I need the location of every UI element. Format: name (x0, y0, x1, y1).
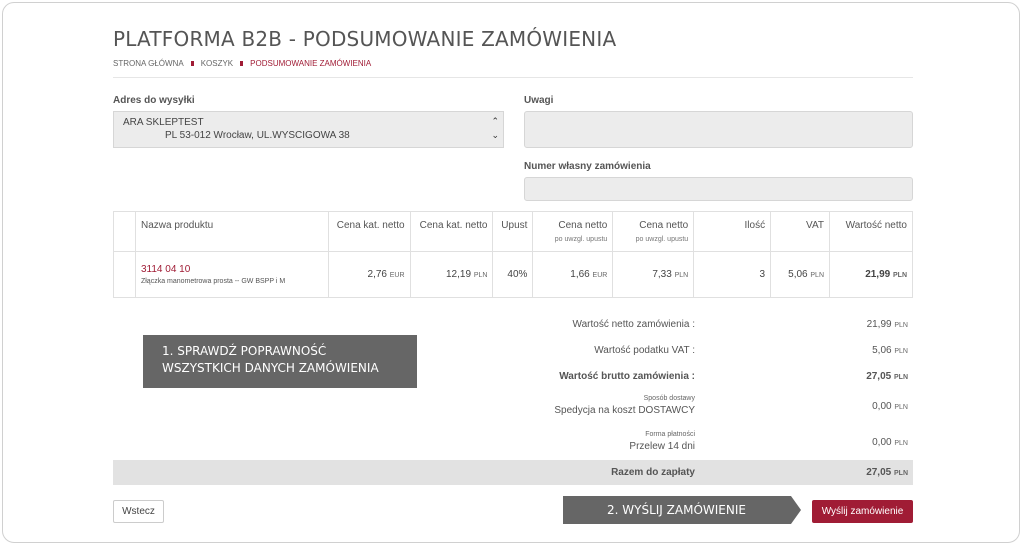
delivery-value: 0,00 PLN (780, 401, 908, 412)
summary-net-amount: 21,99 (866, 319, 892, 330)
header-net-price-pln: Cena netto po uwzgl. upustu (612, 211, 695, 252)
address-select[interactable]: ARA SKLEPTEST PL 53-012 Wrocław, UL.WYSC… (113, 111, 504, 148)
cat-price-eur-value: 2,76 (367, 269, 387, 280)
divider (113, 77, 913, 78)
delivery-small-label: Sposób dostawy (643, 395, 695, 402)
product-name: Złączka manometrowa prosta -- GW BSPP i … (140, 278, 286, 285)
currency-label: PLN (810, 272, 825, 279)
currency-label: PLN (894, 374, 908, 381)
cat-price-pln-cell: 12,19 PLN (409, 251, 494, 298)
cat-price-pln-value: 12,19 (446, 269, 472, 280)
header-cell-empty (113, 211, 136, 252)
net-price-pln-cell: 7,33 PLN (612, 251, 695, 298)
net-value-cell: 21,99 PLN (829, 251, 913, 298)
callout-send-order: 2. WYŚLIJ ZAMÓWIENIE (563, 496, 791, 524)
payment-small-label: Forma płatności (645, 431, 695, 438)
delivery-method: Spedycja na koszt DOSTAWCY (554, 405, 695, 416)
page-title: PLATFORMA B2B - PODSUMOWANIE ZAMÓWIENIA (113, 27, 617, 51)
header-net-price-eur-sub: po uwzgl. upustu (554, 236, 608, 243)
currency-label: PLN (893, 272, 907, 279)
summary-gross-amount: 27,05 (866, 371, 892, 382)
breadcrumb-separator (190, 61, 194, 67)
net-price-pln-value: 7,33 (652, 269, 672, 280)
product-cell: 3114 04 10 Złączka manometrowa prosta --… (134, 251, 329, 298)
header-cat-price-pln: Cena kat. netto (409, 211, 494, 252)
table-row: 3114 04 10 Złączka manometrowa prosta --… (113, 251, 913, 298)
header-qty: Ilość (693, 211, 772, 252)
currency-label: PLN (894, 348, 908, 355)
back-button[interactable]: Wstecz (113, 500, 164, 523)
summary-gross-value: 27,05 PLN (780, 371, 908, 382)
header-net-price-eur-label: Cena netto (558, 220, 608, 231)
breadcrumb: STRONA GŁÓWNA KOSZYK PODSUMOWANIE ZAMÓWIEN… (113, 59, 371, 68)
table-header-row: Nazwa produktu Cena kat. netto Cena kat.… (113, 211, 913, 252)
header-net-value: Wartość netto (829, 211, 913, 252)
discount-cell: 40% (492, 251, 534, 298)
net-price-eur-cell: 1,66 EUR (532, 251, 614, 298)
header-cat-price-eur: Cena kat. netto (327, 211, 411, 252)
header-vat: VAT (770, 211, 831, 252)
row-cell-empty (113, 251, 136, 298)
order-number-label: Numer własny zamówienia (524, 161, 651, 172)
summary-gross-label: Wartość brutto zamówienia : (559, 371, 695, 382)
select-arrows-icon[interactable]: ⌃ ⌄ (491, 114, 499, 142)
total-label: Razem do zapłaty (611, 467, 695, 478)
products-table: Nazwa produktu Cena kat. netto Cena kat.… (113, 211, 913, 298)
currency-label: PLN (894, 470, 908, 477)
summary-vat-value: 5,06 PLN (780, 345, 908, 356)
breadcrumb-home[interactable]: STRONA GŁÓWNA (113, 59, 184, 68)
address-label: Adres do wysyłki (113, 95, 195, 106)
qty-cell: 3 (693, 251, 772, 298)
cat-price-eur-cell: 2,76 EUR (327, 251, 411, 298)
header-net-price-pln-label: Cena netto (639, 220, 689, 231)
header-discount: Upust (492, 211, 534, 252)
total-amount: 27,05 (866, 467, 892, 478)
product-code-link[interactable]: 3114 04 10 (141, 264, 323, 275)
callout-step1-line2: WSZYSTKICH DANYCH ZAMÓWIENIA (162, 361, 379, 375)
net-price-eur-value: 1,66 (570, 269, 590, 280)
currency-label: EUR (592, 272, 608, 279)
header-product-name: Nazwa produktu (134, 211, 329, 252)
currency-label: PLN (894, 322, 908, 329)
order-number-field[interactable] (524, 177, 913, 201)
currency-label: PLN (894, 404, 908, 411)
summary-vat-amount: 5,06 (872, 345, 892, 356)
vat-cell: 5,06 PLN (770, 251, 831, 298)
header-net-price-eur: Cena netto po uwzgl. upustu (532, 211, 614, 252)
callout-step1-line1: 1. SPRAWDŹ POPRAWNOŚĆ (162, 344, 327, 358)
summary-net-value: 21,99 PLN (780, 319, 908, 330)
delivery-amount: 0,00 (872, 401, 892, 412)
header-net-price-pln-sub: po uwzgl. upustu (635, 236, 689, 243)
callout-check-data: 1. SPRAWDŹ POPRAWNOŚĆ WSZYSTKICH DANYCH … (143, 335, 417, 388)
currency-label: PLN (894, 440, 908, 447)
address-line-2: PL 53-012 Wrocław, UL.WYSCIGOWA 38 (165, 130, 350, 141)
net-value-value: 21,99 (865, 269, 891, 280)
breadcrumb-separator (240, 61, 244, 67)
currency-label: PLN (674, 272, 689, 279)
payment-value: 0,00 PLN (780, 437, 908, 448)
notes-label: Uwagi (524, 95, 554, 106)
summary-vat-label: Wartość podatku VAT : (594, 345, 695, 356)
breadcrumb-cart[interactable]: KOSZYK (201, 59, 233, 68)
callout-arrow-icon (791, 496, 801, 524)
payment-amount: 0,00 (872, 437, 892, 448)
notes-field[interactable] (524, 111, 913, 148)
summary-net-label: Wartość netto zamówienia : (572, 319, 695, 330)
currency-label: PLN (473, 272, 488, 279)
address-line-1: ARA SKLEPTEST (123, 117, 204, 128)
breadcrumb-current: PODSUMOWANIE ZAMÓWIENIA (250, 59, 372, 68)
vat-value: 5,06 (788, 269, 808, 280)
send-order-button[interactable]: Wyślij zamówienie (812, 500, 913, 523)
total-value: 27,05 PLN (780, 467, 908, 478)
currency-label: EUR (389, 272, 405, 279)
payment-method: Przelew 14 dni (629, 441, 695, 452)
